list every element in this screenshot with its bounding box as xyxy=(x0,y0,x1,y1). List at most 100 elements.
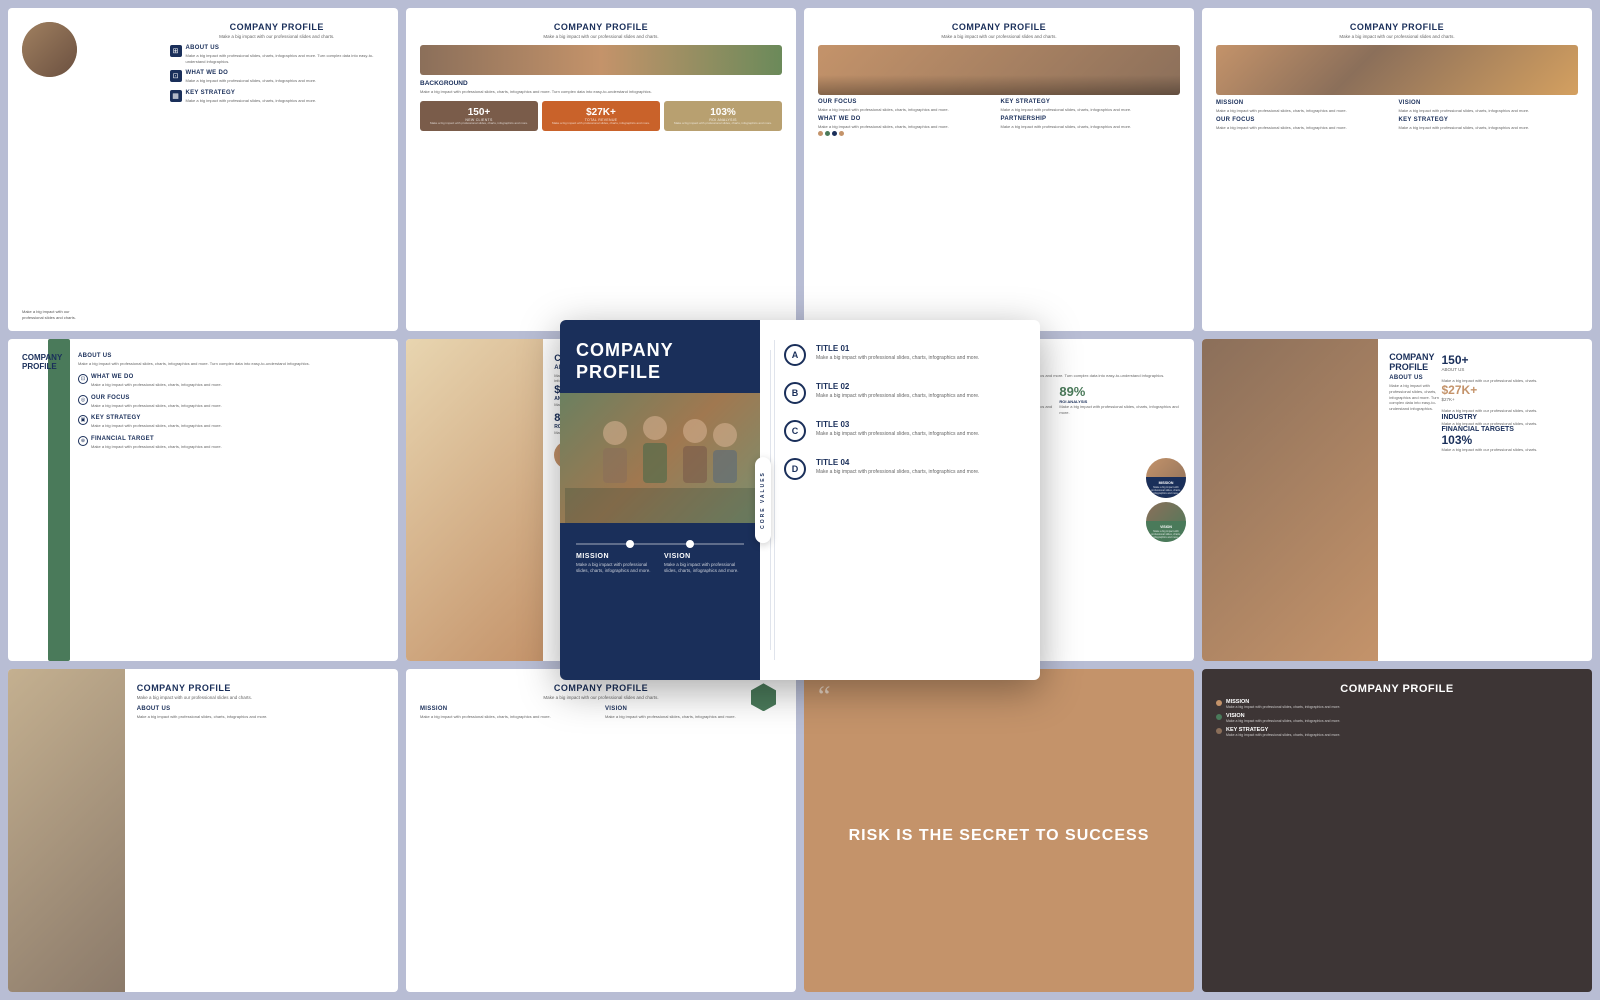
featured-title: COMPANY PROFILE xyxy=(576,340,744,383)
featured-left-panel: COMPANY PROFILE xyxy=(560,320,760,680)
slide-7-stat-1: 89% ROI ANALYSIS Make a big impact with … xyxy=(1059,384,1180,415)
slide-bot2-vision-text: Make a big impact with professional slid… xyxy=(605,714,782,720)
slide-bot1-title: COMPANY PROFILE xyxy=(137,683,384,693)
slide-5-right: ABOUT US Make a big impact with professi… xyxy=(78,353,384,457)
slide-2: COMPANY PROFILE Make a big impact with o… xyxy=(406,8,796,331)
slide-5-item-3: ⊕ FINANCIAL TARGET Make a big impact wit… xyxy=(78,436,384,450)
slide-8-stat-3: FINANCIAL TARGETS 103% Make a big impact… xyxy=(1442,426,1579,453)
slide-2-stat-1-num: $27K+ xyxy=(546,107,656,118)
slide-3-dot-0 xyxy=(818,131,823,136)
featured-letter-d: D xyxy=(784,458,806,480)
featured-right-panel: A TITLE 01 Make a big impact with profes… xyxy=(760,320,1040,680)
slide-8-stat-1-num: $27K+ xyxy=(1442,383,1579,397)
slide-1-image xyxy=(22,22,77,77)
slide-8-financial-label: FINANCIAL TARGETS xyxy=(1442,426,1579,433)
slide-4-section-1: VISION Make a big impact with profession… xyxy=(1399,100,1579,114)
slide-1-section-0: ⊞ ABOUT US Make a big impact with profes… xyxy=(170,45,385,64)
slide-bot3-quote-mark: “ xyxy=(818,683,830,711)
featured-item-b-title: TITLE 02 xyxy=(816,382,1024,391)
slide-8-stat-0: 150+ ABOUT US Make a big impact with our… xyxy=(1442,353,1579,384)
featured-mv-row: MISSION Make a big impact with professio… xyxy=(576,553,744,575)
slide-bot4-item-1: VISION Make a big impact with profession… xyxy=(1216,713,1578,723)
slide-8-about-label: ABOUT US xyxy=(1389,375,1444,381)
slide-5-about-text: Make a big impact with professional slid… xyxy=(78,361,384,367)
slide-1-right: COMPANY PROFILE Make a big impact with o… xyxy=(170,22,385,109)
slide-bot3-risk-text: RISK IS THE SECRET TO SUCCESS xyxy=(829,806,1170,865)
featured-item-b-text: Make a big impact with professional slid… xyxy=(816,393,1024,400)
slide-3-focus-grid: OUR FOCUS Make a big impact with profess… xyxy=(818,99,1180,129)
slide-8-stat-2: INDUSTRY Make a big impact with our prof… xyxy=(1442,414,1579,427)
slide-3-dot-3 xyxy=(839,131,844,136)
featured-core-tab: CORE VALUES xyxy=(755,457,771,543)
slide-bot2-mission: MISSION Make a big impact with professio… xyxy=(420,706,597,720)
featured-mission-item: MISSION Make a big impact with professio… xyxy=(576,553,656,575)
slide-5-item-0-content: WHAT WE DO Make a big impact with profes… xyxy=(91,374,222,388)
featured-letter-a: A xyxy=(784,344,806,366)
slide-2-img-banner xyxy=(420,45,782,75)
slide-3: COMPANY PROFILE Make a big impact with o… xyxy=(804,8,1194,331)
slide-2-stat-0-num: 150+ xyxy=(424,107,534,118)
slide-6-img xyxy=(406,339,543,662)
slide-4-grid: MISSION Make a big impact with professio… xyxy=(1216,100,1578,130)
slide-5-icon-1: ◎ xyxy=(78,395,88,405)
slide-bot4-dot-2 xyxy=(1216,728,1222,734)
featured-title-area: COMPANY PROFILE xyxy=(560,320,760,393)
featured-item-a-title: TITLE 01 xyxy=(816,344,1024,353)
slide-8-img xyxy=(1202,339,1378,662)
slide-bot1-about-text: Make a big impact with professional slid… xyxy=(137,714,384,720)
slide-2-stat-0: 150+ NEW CLIENTS Make a big impact with … xyxy=(420,101,538,132)
slide-1-title: COMPANY PROFILE xyxy=(170,22,385,32)
slide-7-vision-label: VISION xyxy=(1160,525,1172,529)
slide-bot2-title: COMPANY PROFILE xyxy=(420,683,782,693)
slide-4-title: COMPANY PROFILE xyxy=(1216,22,1578,32)
slide-5-item-2: ▣ KEY STRATEGY Make a big impact with pr… xyxy=(78,415,384,429)
slide-1-icon-whatwedo: ⊡ xyxy=(170,70,182,82)
featured-abcd-list: A TITLE 01 Make a big impact with profes… xyxy=(784,344,1024,480)
slide-5-item-1-content: OUR FOCUS Make a big impact with profess… xyxy=(91,395,222,409)
featured-item-a-content: TITLE 01 Make a big impact with professi… xyxy=(816,344,1024,362)
featured-item-a-text: Make a big impact with professional slid… xyxy=(816,355,1024,362)
featured-slide: COMPANY PROFILE xyxy=(560,320,1040,680)
slide-8-main-content: COMPANY PROFILE ABOUT US Make a big impa… xyxy=(1389,353,1444,412)
slide-2-bg-text: Make a big impact with professional slid… xyxy=(420,89,782,95)
slide-8-title: COMPANY PROFILE xyxy=(1389,353,1444,373)
featured-letter-b: B xyxy=(784,382,806,404)
slide-1: Make a big impact with our professional … xyxy=(8,8,398,331)
featured-photo-svg xyxy=(565,393,755,523)
slide-3-dot-1 xyxy=(825,131,830,136)
slide-5-items: ⊡ WHAT WE DO Make a big impact with prof… xyxy=(78,374,384,449)
slide-bot1-subtitle: Make a big impact with our professional … xyxy=(137,695,384,700)
slide-2-bg-label: BACKGROUND xyxy=(420,80,782,87)
slide-7-circle-0: MISSION Make a big impact with professio… xyxy=(1146,458,1186,498)
slide-3-dots xyxy=(818,131,1180,136)
slide-2-title: COMPANY PROFILE xyxy=(420,22,782,32)
slide-8-stats: 150+ ABOUT US Make a big impact with our… xyxy=(1442,353,1579,453)
slide-8-stat-3-num: 103% xyxy=(1442,433,1579,447)
slide-5-icon-2: ▣ xyxy=(78,415,88,425)
featured-item-c-title: TITLE 03 xyxy=(816,420,1024,429)
slide-2-stat-1: $27K+ TOTAL REVENUE Make a big impact wi… xyxy=(542,101,660,132)
slide-7-vision-text: Make a big impact with professional slid… xyxy=(1149,530,1183,539)
slide-7-stat-1-num: 89% xyxy=(1059,384,1180,399)
slide-4: COMPANY PROFILE Make a big impact with o… xyxy=(1202,8,1592,331)
slide-4-section-3: KEY STRATEGY Make a big impact with prof… xyxy=(1399,117,1579,131)
slide-bot3: “ RISK IS THE SECRET TO SUCCESS xyxy=(804,669,1194,992)
featured-item-d-text: Make a big impact with professional slid… xyxy=(816,469,1024,476)
slide-bot2-vision: VISION Make a big impact with profession… xyxy=(605,706,782,720)
slide-3-subtitle: Make a big impact with our professional … xyxy=(818,34,1180,39)
featured-item-a: A TITLE 01 Make a big impact with profes… xyxy=(784,344,1024,366)
slide-bot4-title: COMPANY PROFILE xyxy=(1216,683,1578,695)
featured-letter-c: C xyxy=(784,420,806,442)
slide-2-stat-0-desc: Make a big impact with professional slid… xyxy=(424,122,534,126)
featured-vision-text: Make a big impact with professional slid… xyxy=(664,562,744,575)
featured-item-b-content: TITLE 02 Make a big impact with professi… xyxy=(816,382,1024,400)
slide-bot1: COMPANY PROFILE Make a big impact with o… xyxy=(8,669,398,992)
slide-bot2-mv-row: MISSION Make a big impact with professio… xyxy=(420,706,782,720)
slide-1-icon-strategy: ▦ xyxy=(170,90,182,102)
featured-bottom: MISSION Make a big impact with professio… xyxy=(560,523,760,587)
slide-5-icon-3: ⊕ xyxy=(78,436,88,446)
slide-bot4: COMPANY PROFILE MISSION Make a big impac… xyxy=(1202,669,1592,992)
featured-item-c-content: TITLE 03 Make a big impact with professi… xyxy=(816,420,1024,438)
slide-2-stat-1-desc: Make a big impact with professional slid… xyxy=(546,122,656,126)
slide-bot2: COMPANY PROFILE Make a big impact with o… xyxy=(406,669,796,992)
